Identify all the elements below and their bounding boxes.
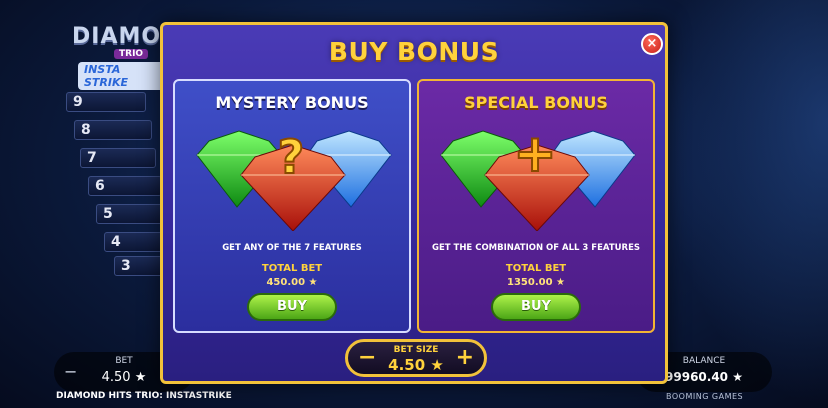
bet-size-selector: − BET SIZE 4.50 ★ +	[345, 339, 487, 377]
logo-trio: TRIO	[114, 49, 149, 59]
game-name: DIAMOND HITS TRIO: INSTASTRIKE	[56, 391, 232, 401]
card-title: MYSTERY BONUS	[215, 93, 369, 112]
buy-mystery-button[interactable]: BUY	[247, 293, 337, 321]
card-title: SPECIAL BONUS	[464, 93, 608, 112]
bet-size-increase-button[interactable]: +	[456, 345, 474, 370]
gems-illustration: +	[440, 123, 636, 231]
total-bet-value: 450.00 ★	[266, 277, 318, 288]
total-bet-label: TOTAL BET	[505, 263, 567, 274]
question-mark-icon: ?	[278, 130, 305, 184]
mystery-bonus-card: MYSTERY BONUS ? GET ANY OF THE 7 FEATURE…	[173, 79, 411, 333]
total-bet-value: 1350.00 ★	[507, 277, 565, 288]
ladder-rung: 6	[88, 176, 162, 196]
card-description: GET ANY OF THE 7 FEATURES	[222, 243, 362, 253]
card-description: GET THE COMBINATION OF ALL 3 FEATURES	[431, 243, 640, 253]
close-button[interactable]: ×	[641, 33, 663, 55]
paytable-ladder: 9 8 7 6 5 4 3	[60, 92, 170, 282]
buy-bonus-modal: BUY BONUS × MYSTERY BONUS ? GET ANY OF T…	[160, 22, 668, 384]
plus-icon: +	[513, 124, 557, 184]
ladder-rung: 8	[74, 120, 152, 140]
provider-name: BOOMING GAMES	[666, 392, 744, 401]
modal-title: BUY BONUS	[328, 37, 500, 66]
ladder-rung: 9	[66, 92, 146, 112]
logo-insta: INSTA STRIKE	[78, 62, 172, 90]
buy-special-button[interactable]: BUY	[491, 293, 581, 321]
game-logo: DIAMON TRIO INSTA STRIKE	[62, 14, 179, 90]
total-bet-label: TOTAL BET	[261, 263, 323, 274]
ladder-rung: 5	[96, 204, 166, 224]
gems-illustration: ?	[196, 129, 392, 231]
ladder-rung: 7	[80, 148, 156, 168]
special-bonus-card: SPECIAL BONUS + GET THE COMBINATION OF A…	[417, 79, 655, 333]
background-glow	[660, 0, 828, 408]
